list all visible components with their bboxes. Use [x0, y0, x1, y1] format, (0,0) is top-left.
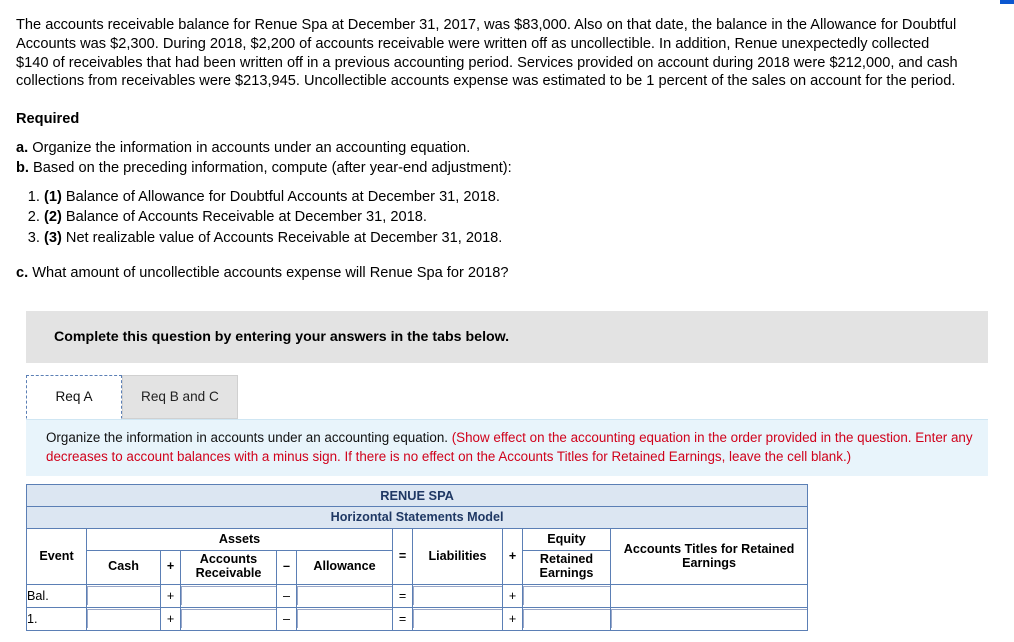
requirement-a-label: a.	[16, 140, 29, 157]
col-liabilities: Liabilities	[412, 527, 503, 585]
cell-cash-bal[interactable]	[86, 583, 161, 608]
input-accounts-receivable-1[interactable]	[181, 609, 276, 629]
numbered-marker-3: (3)	[44, 229, 62, 246]
list-item: (3) Net realizable value of Accounts Rec…	[44, 229, 1000, 249]
horizontal-statements-table-wrapper: RENUE SPA Horizontal Statements Model Ev…	[25, 483, 809, 631]
input-accounts-receivable-bal[interactable]	[181, 586, 276, 606]
numbered-text-3: Net realizable value of Accounts Receiva…	[65, 229, 503, 246]
numbered-requirements: (1) Balance of Allowance for Doubtful Ac…	[14, 188, 1000, 249]
col-accounts-receivable: Accounts Receivable	[180, 549, 277, 585]
input-allowance-1[interactable]	[297, 609, 392, 629]
tab-req-b-and-c[interactable]: Req B and C	[122, 374, 238, 419]
col-event: Event	[26, 527, 87, 585]
input-retained-earnings-1[interactable]	[523, 609, 610, 629]
tab-bar: Req A Req B and C	[26, 374, 1000, 419]
required-heading: Required	[16, 111, 80, 128]
requirement-c-label: c.	[16, 264, 29, 281]
problem-paragraph: The accounts receivable balance for Renu…	[16, 17, 958, 90]
list-item: (1) Balance of Allowance for Doubtful Ac…	[44, 188, 1000, 208]
horizontal-statements-table: RENUE SPA Horizontal Statements Model Ev…	[25, 483, 809, 631]
instruction-bar-text: Complete this question by entering your …	[54, 328, 510, 345]
tab-req-a[interactable]: Req A	[26, 374, 122, 419]
op-minus-bal: –	[276, 583, 297, 608]
input-retained-earnings-bal[interactable]	[523, 586, 610, 606]
cell-accounts-receivable-1[interactable]	[180, 606, 277, 631]
cell-titles-bal[interactable]	[609, 583, 809, 608]
col-plus-1: +	[160, 549, 181, 585]
requirement-a: a. Organize the information in accounts …	[16, 139, 998, 158]
col-equals: =	[392, 527, 413, 585]
requirement-b: b. Based on the preceding information, c…	[16, 159, 998, 178]
input-cash-1[interactable]	[87, 609, 160, 629]
cell-retained-earnings-1[interactable]	[522, 606, 611, 631]
col-plus-2: +	[502, 527, 523, 585]
requirement-a-text: Organize the information in accounts und…	[32, 140, 471, 157]
numbered-marker-1: (1)	[44, 188, 62, 205]
scrollbar-indicator[interactable]	[1000, 0, 1014, 4]
col-titles: Accounts Titles for Retained Earnings	[609, 527, 809, 585]
requirement-b-label: b.	[16, 159, 29, 176]
op-plus-1-1: +	[160, 606, 181, 631]
op-plus-bal-2: +	[502, 583, 523, 608]
group-equity: Equity	[522, 527, 611, 551]
op-equals-1: =	[392, 606, 413, 631]
table-row: 1. + – = +	[26, 606, 809, 631]
tab-req-b-and-c-label: Req B and C	[141, 389, 219, 405]
requirement-c: c. What amount of uncollectible accounts…	[16, 265, 998, 281]
instruction-bar: Complete this question by entering your …	[26, 310, 988, 363]
requirements-list: a. Organize the information in accounts …	[16, 139, 998, 177]
input-liabilities-bal[interactable]	[413, 586, 502, 606]
cell-cash-1[interactable]	[86, 606, 161, 631]
op-minus-1: –	[276, 606, 297, 631]
numbered-marker-2: (2)	[44, 209, 62, 226]
numbered-text-2: Balance of Accounts Receivable at Decemb…	[65, 209, 427, 226]
numbered-text-1: Balance of Allowance for Doubtful Accoun…	[65, 188, 500, 205]
table-subtitle-row: Horizontal Statements Model	[25, 505, 809, 529]
input-allowance-bal[interactable]	[297, 586, 392, 606]
cell-allowance-1[interactable]	[296, 606, 393, 631]
group-assets: Assets	[86, 527, 393, 551]
row-event-label-bal: Bal.	[26, 583, 87, 608]
callout-black-text: Organize the information in accounts und…	[46, 429, 448, 445]
table-group-header-row: Event Assets = Liabilities + Equity Acco…	[26, 527, 809, 585]
requirement-c-text: What amount of uncollectible accounts ex…	[32, 264, 509, 281]
requirement-b-text: Based on the preceding information, comp…	[33, 159, 512, 176]
cell-titles-1[interactable]	[609, 606, 809, 631]
input-liabilities-1[interactable]	[413, 609, 502, 629]
row-event-label-1: 1.	[26, 606, 87, 631]
page-root: The accounts receivable balance for Renu…	[0, 0, 1014, 642]
col-retained-earnings: Retained Earnings	[522, 549, 611, 585]
list-item: (2) Balance of Accounts Receivable at De…	[44, 208, 1000, 228]
cell-liabilities-bal[interactable]	[412, 583, 503, 608]
cell-accounts-receivable-bal[interactable]	[180, 583, 277, 608]
cell-liabilities-1[interactable]	[412, 606, 503, 631]
col-minus: –	[276, 549, 297, 585]
input-cash-bal[interactable]	[87, 586, 160, 606]
op-plus-1-2: +	[502, 606, 523, 631]
table-row: Bal. + – = +	[26, 583, 809, 608]
table-title: RENUE SPA	[25, 483, 809, 507]
callout-instructions: Organize the information in accounts und…	[26, 418, 988, 476]
op-plus-bal-1: +	[160, 583, 181, 608]
col-cash: Cash	[86, 549, 161, 585]
table-title-row: RENUE SPA	[25, 483, 809, 507]
cell-retained-earnings-bal[interactable]	[522, 583, 611, 608]
table-subtitle: Horizontal Statements Model	[25, 505, 809, 529]
input-titles-1[interactable]	[611, 609, 808, 629]
tab-req-a-label: Req A	[55, 389, 93, 405]
cell-allowance-bal[interactable]	[296, 583, 393, 608]
col-allowance: Allowance	[296, 549, 393, 585]
op-equals-bal: =	[392, 583, 413, 608]
